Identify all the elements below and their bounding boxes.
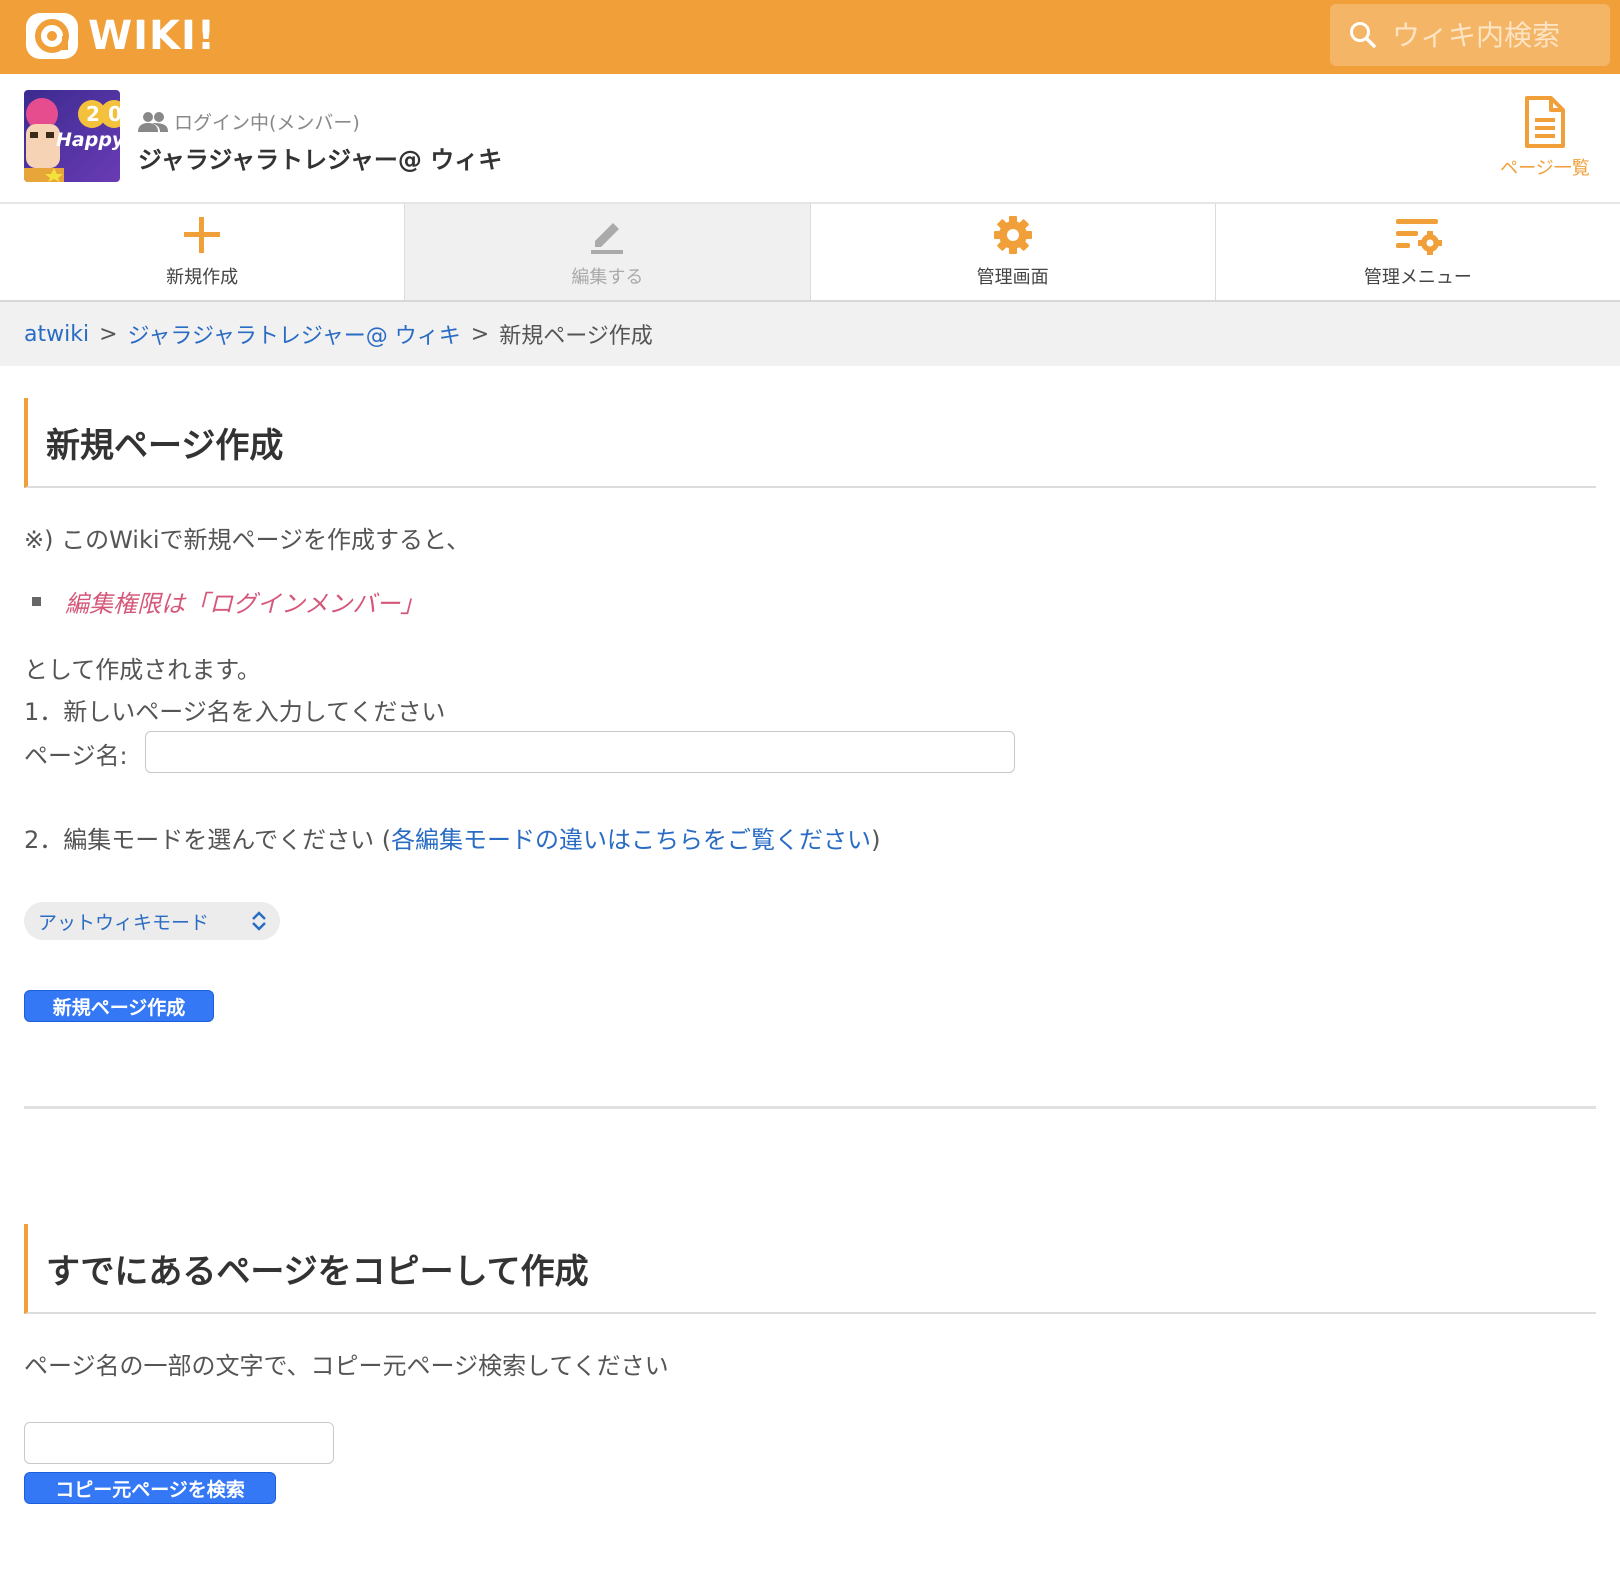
permission-note-item: 編集権限は「ログインメンバー」 bbox=[32, 584, 424, 619]
plus-icon bbox=[184, 217, 221, 253]
edit-label: 編集する bbox=[571, 267, 644, 288]
new-page-button[interactable]: 新規作成 bbox=[0, 204, 406, 300]
note-outro: として作成されます。 bbox=[24, 656, 261, 684]
section-divider bbox=[24, 1106, 1596, 1109]
permission-note-text: 編集権限は「ログインメンバー」 bbox=[65, 590, 425, 618]
copy-page-heading: すでにあるページをコピーして作成 bbox=[24, 1224, 1596, 1314]
create-page-button[interactable]: 新規ページ作成 bbox=[24, 990, 214, 1022]
svg-text:2: 2 bbox=[86, 102, 100, 126]
page-name-label: ページ名: bbox=[24, 742, 128, 770]
edit-mode-selected: アットウィキモード bbox=[38, 911, 210, 934]
breadcrumb-wiki[interactable]: ジャラジャラトレジャー@ ウィキ bbox=[128, 318, 461, 350]
top-bar: WIKI! bbox=[0, 0, 1620, 74]
admin-menu-label: 管理メニュー bbox=[1363, 267, 1472, 288]
settings-list-icon bbox=[1395, 219, 1442, 255]
login-status: ログイン中(メンバー) bbox=[138, 108, 360, 135]
page-list-label: ページ一覧 bbox=[1500, 158, 1590, 179]
step2-close: ) bbox=[871, 826, 881, 854]
gear-icon bbox=[993, 216, 1032, 254]
logo-text: WIKI! bbox=[88, 13, 217, 59]
list-bullet bbox=[32, 597, 41, 606]
search-icon bbox=[1350, 22, 1376, 48]
edit-mode-select[interactable]: アットウィキモード bbox=[24, 902, 280, 940]
happy-new-year-image: 2 0 Happy New bbox=[24, 90, 120, 182]
step2-text: 2．編集モードを選んでください ( bbox=[24, 826, 392, 854]
edit-button[interactable]: 編集する bbox=[405, 204, 811, 300]
login-status-text: ログイン中(メンバー) bbox=[174, 112, 360, 134]
wiki-title[interactable]: ジャラジャラトレジャー@ ウィキ bbox=[138, 140, 502, 175]
search-input[interactable] bbox=[1392, 18, 1592, 52]
svg-text:0: 0 bbox=[108, 102, 120, 126]
chevron-updown-icon bbox=[252, 911, 266, 931]
wiki-header: 2 0 Happy New ログイン中(メンバー) ジャラジャラトレジャー@ ウ… bbox=[0, 74, 1620, 204]
action-toolbar: 新規作成 編集する 管理画面 管理メニュー bbox=[0, 204, 1620, 302]
copy-instruction: ページ名の一部の文字で、コピー元ページ検索してください bbox=[24, 1352, 669, 1380]
breadcrumb-atwiki[interactable]: atwiki bbox=[24, 322, 89, 347]
pencil-icon bbox=[591, 223, 624, 254]
edit-mode-help-link[interactable]: 各編集モードの違いはこちらをご覧ください bbox=[391, 826, 871, 854]
wiki-search-box[interactable] bbox=[1330, 4, 1610, 66]
copy-source-search-input[interactable] bbox=[24, 1422, 334, 1464]
admin-menu-button[interactable]: 管理メニュー bbox=[1216, 204, 1620, 300]
page-name-input[interactable] bbox=[145, 731, 1015, 773]
wiki-thumbnail[interactable]: 2 0 Happy New bbox=[24, 90, 120, 182]
note-intro: ※) このWikiで新規ページを作成すると、 bbox=[24, 526, 471, 554]
breadcrumb: atwiki > ジャラジャラトレジャー@ ウィキ > 新規ページ作成 bbox=[0, 302, 1620, 366]
svg-text:Happy New: Happy New bbox=[56, 129, 120, 151]
breadcrumb-current: 新規ページ作成 bbox=[499, 324, 653, 349]
breadcrumb-separator: > bbox=[470, 321, 490, 347]
people-icon bbox=[138, 111, 168, 132]
document-icon bbox=[1525, 96, 1565, 148]
page-list-button[interactable]: ページ一覧 bbox=[1490, 96, 1600, 180]
at-sign-icon bbox=[26, 13, 78, 59]
step1-instruction: 1．新しいページ名を入力してください bbox=[24, 698, 446, 726]
breadcrumb-separator: > bbox=[99, 321, 118, 347]
new-page-heading: 新規ページ作成 bbox=[24, 398, 1596, 488]
admin-label: 管理画面 bbox=[976, 267, 1049, 288]
admin-button[interactable]: 管理画面 bbox=[811, 204, 1216, 300]
new-page-label: 新規作成 bbox=[166, 267, 239, 288]
step2-instruction: 2．編集モードを選んでください (各編集モードの違いはこちらをご覧ください) bbox=[24, 820, 880, 855]
copy-source-search-button[interactable]: コピー元ページを検索 bbox=[24, 1472, 276, 1504]
atwiki-logo[interactable]: WIKI! bbox=[24, 10, 216, 62]
